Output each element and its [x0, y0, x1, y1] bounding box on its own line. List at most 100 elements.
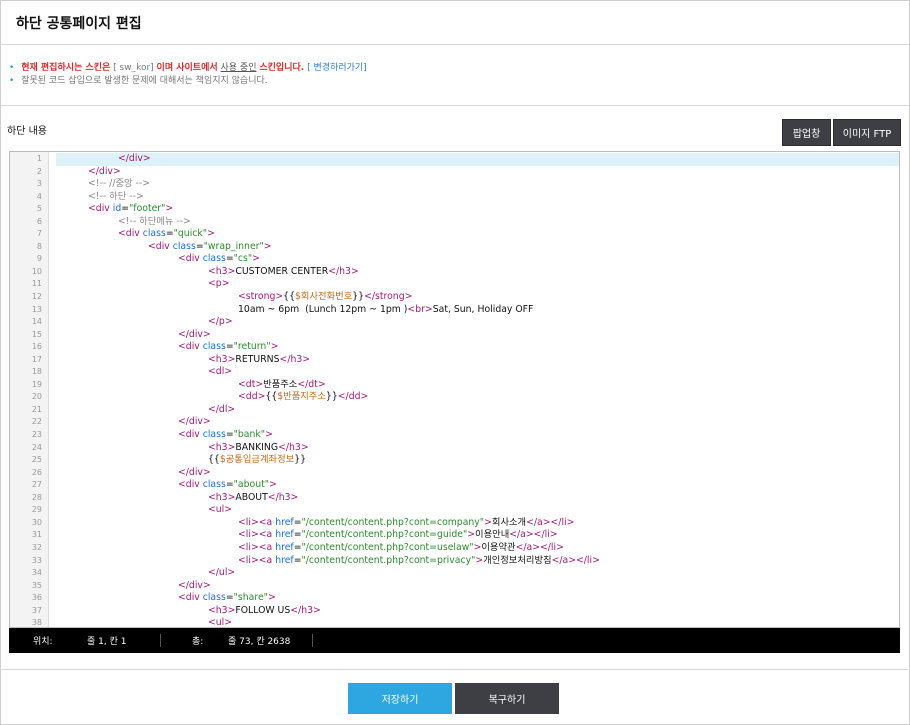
- code-line[interactable]: 37 <h3>FOLLOW US</h3>: [10, 605, 899, 618]
- code-token: {{: [265, 391, 278, 403]
- code-line[interactable]: 1 </div>: [10, 153, 899, 166]
- line-number: 7: [36, 229, 42, 239]
- code-token: <dt>: [238, 378, 264, 390]
- code-line[interactable]: 31 <li><a href="/content/content.php?cont…: [10, 529, 899, 542]
- code-token: <li><a: [238, 554, 276, 566]
- code-line[interactable]: 29 <ul>: [10, 504, 899, 517]
- code-token: =: [225, 479, 234, 491]
- code-token: =: [293, 541, 302, 553]
- code-token: </div>: [118, 153, 151, 164]
- code-line[interactable]: 36 <div class="share">: [10, 592, 899, 605]
- code-text: </p>: [56, 316, 899, 329]
- save-button[interactable]: 저장하기: [348, 683, 452, 714]
- line-number: 22: [31, 417, 42, 427]
- change-skin-link[interactable]: [ 변경하러가기]: [307, 63, 367, 73]
- code-text: <!-- 하단메뉴 -->: [56, 216, 899, 229]
- code-token: </div>: [178, 466, 211, 478]
- code-token: =: [225, 253, 234, 265]
- code-token: </div>: [178, 416, 211, 428]
- code-line[interactable]: 35 </div>: [10, 580, 899, 593]
- code-token: <p>: [208, 278, 230, 290]
- code-line[interactable]: 30 <li><a href="/content/content.php?cont…: [10, 517, 899, 530]
- line-number: 28: [31, 492, 42, 502]
- code-line[interactable]: 7 <div class="quick">: [10, 228, 899, 241]
- code-token: <h3>: [208, 441, 236, 453]
- code-token: "bank": [233, 429, 266, 441]
- code-line[interactable]: 21 </dl>: [10, 404, 899, 417]
- code-text: </ul>: [56, 567, 899, 580]
- line-number: 2: [36, 166, 42, 176]
- code-token: id: [112, 203, 122, 215]
- code-text: <h3>CUSTOMER CENTER</h3>: [56, 266, 899, 279]
- code-text: </div>: [56, 467, 899, 480]
- code-token: }}: [325, 391, 338, 403]
- code-line[interactable]: 18 <dl>: [10, 366, 899, 379]
- restore-button[interactable]: 복구하기: [455, 683, 559, 714]
- code-text: <div class="cs">: [56, 253, 899, 266]
- code-line[interactable]: 4 <!-- 하단 -->: [10, 191, 899, 204]
- code-line[interactable]: 26 </div>: [10, 467, 899, 480]
- code-text: <dl>: [56, 366, 899, 379]
- code-text: <dt>반품주소</dt>: [56, 379, 899, 392]
- code-token: href: [275, 541, 294, 553]
- code-token: <ul>: [208, 504, 233, 516]
- bullet-icon: •: [9, 63, 15, 73]
- code-line[interactable]: 24 <h3>BANKING</h3>: [10, 442, 899, 455]
- line-number: 6: [36, 216, 42, 226]
- code-line[interactable]: 15 </div>: [10, 329, 899, 342]
- code-line[interactable]: 28 <h3>ABOUT</h3>: [10, 492, 899, 505]
- popup-button[interactable]: 팝업창: [782, 119, 831, 146]
- line-number: 21: [31, 404, 42, 414]
- code-line[interactable]: 6 <!-- 하단메뉴 -->: [10, 216, 899, 229]
- code-token: </p>: [208, 316, 233, 328]
- code-line[interactable]: 33 <li><a href="/content/content.php?cont…: [10, 555, 899, 568]
- skin-name: [ sw_kor]: [113, 63, 154, 73]
- code-line[interactable]: 14 </p>: [10, 316, 899, 329]
- image-ftp-button[interactable]: 이미지 FTP: [833, 119, 901, 146]
- code-line[interactable]: 25 {{$공통입금계좌정보}}: [10, 454, 899, 467]
- code-line[interactable]: 32 <li><a href="/content/content.php?cont…: [10, 542, 899, 555]
- code-line[interactable]: 38 <ul>: [10, 617, 899, 627]
- code-token: =: [225, 592, 234, 604]
- code-line[interactable]: 16 <div class="return">: [10, 341, 899, 354]
- line-number: 16: [31, 342, 42, 352]
- code-token: </strong>: [364, 291, 413, 303]
- line-number: 15: [31, 329, 42, 339]
- code-token: "quick": [173, 228, 208, 240]
- code-line[interactable]: 10 <h3>CUSTOMER CENTER</h3>: [10, 266, 899, 279]
- code-line[interactable]: 13 10am ~ 6pm (Lunch 12pm ~ 1pm )<br>Sat,…: [10, 304, 899, 317]
- code-line[interactable]: 19 <dt>반품주소</dt>: [10, 379, 899, 392]
- line-number: 30: [31, 517, 42, 527]
- line-number: 32: [31, 542, 42, 552]
- code-line[interactable]: 5 <div id="footer">: [10, 203, 899, 216]
- code-line[interactable]: 23 <div class="bank">: [10, 429, 899, 442]
- code-line[interactable]: 20 <dd>{{$반품지주소}}</dd>: [10, 391, 899, 404]
- code-token: 회사소개: [491, 516, 527, 528]
- code-token: <br>: [407, 303, 433, 315]
- code-line[interactable]: 2 </div>: [10, 166, 899, 179]
- page-title: 하단 공통페이지 편집: [16, 15, 142, 32]
- code-line[interactable]: 27 <div class="about">: [10, 479, 899, 492]
- code-line[interactable]: 3 <!-- //중앙 -->: [10, 178, 899, 191]
- code-token: class: [142, 228, 166, 240]
- code-token: <div: [178, 592, 203, 604]
- code-token: =: [293, 516, 302, 528]
- code-line[interactable]: 11 <p>: [10, 278, 899, 291]
- code-line[interactable]: 12 <strong>{{$회사전화번호}}</strong>: [10, 291, 899, 304]
- code-line[interactable]: 9 <div class="cs">: [10, 253, 899, 266]
- code-text: <li><a href="/content/content.php?cont=g…: [56, 529, 899, 542]
- code-token: 반품주소: [263, 378, 298, 390]
- code-token: </div>: [178, 328, 211, 340]
- skin-status: 사용 중인: [220, 63, 257, 73]
- code-token: href: [275, 516, 294, 528]
- code-line[interactable]: 8 <div class="wrap_inner">: [10, 241, 899, 254]
- code-editor[interactable]: 1 </div> 2 </div> 3 <!-- //중앙 --> 4 <!-- 하단 -->…: [9, 151, 900, 628]
- code-line[interactable]: 22 </div>: [10, 416, 899, 429]
- code-lines[interactable]: 1 </div> 2 </div> 3 <!-- //중앙 --> 4 <!-- 하단 -->…: [10, 153, 899, 627]
- code-line[interactable]: 34 </ul>: [10, 567, 899, 580]
- code-token: </a></li>: [526, 516, 575, 528]
- code-token: CUSTOMER CENTER: [235, 265, 329, 277]
- code-text: <!-- //중앙 -->: [56, 178, 899, 191]
- code-line[interactable]: 17 <h3>RETURNS</h3>: [10, 354, 899, 367]
- code-token: <div: [88, 203, 113, 215]
